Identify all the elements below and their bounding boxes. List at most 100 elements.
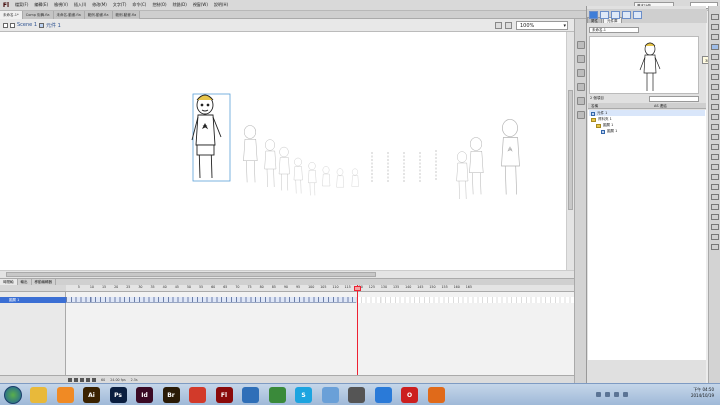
swap-colors-icon[interactable] bbox=[711, 214, 719, 220]
zoom-icon[interactable] bbox=[711, 184, 719, 190]
fill-color-icon[interactable] bbox=[711, 204, 719, 210]
scroll-thumb[interactable] bbox=[568, 90, 573, 210]
next-frame-icon[interactable] bbox=[86, 377, 90, 382]
straighten-icon[interactable] bbox=[711, 244, 719, 250]
stage[interactable] bbox=[0, 32, 566, 270]
taskbar-bridge-icon[interactable]: Br bbox=[162, 387, 180, 403]
library-item[interactable]: 資料夾 1 bbox=[591, 117, 612, 122]
edit-symbols-icon[interactable] bbox=[505, 22, 512, 29]
library-item[interactable]: 元件 1 bbox=[591, 111, 607, 116]
eyedropper-icon[interactable] bbox=[711, 154, 719, 160]
taskbar-flash-icon[interactable]: Fl bbox=[215, 387, 233, 403]
taskbar-firefox-icon[interactable] bbox=[427, 387, 445, 403]
taskbar-skype-icon[interactable]: S bbox=[295, 387, 312, 403]
back-arrow-icon[interactable] bbox=[3, 22, 8, 28]
free-transform-icon[interactable] bbox=[711, 34, 719, 40]
menu-item[interactable]: 檔案(F) bbox=[12, 2, 31, 8]
taskbar-illustrator-icon[interactable]: Ai bbox=[83, 387, 100, 403]
column-linkage[interactable]: AS 連結 bbox=[654, 103, 667, 109]
menu-item[interactable]: 控制(O) bbox=[149, 2, 169, 8]
paint-bucket-icon[interactable] bbox=[711, 144, 719, 150]
user-icon[interactable] bbox=[600, 11, 609, 19]
stage-vertical-scrollbar[interactable] bbox=[566, 32, 574, 270]
edit-scene-icon[interactable] bbox=[495, 22, 502, 29]
pencil-icon[interactable] bbox=[711, 104, 719, 110]
3d-rotation-icon[interactable] bbox=[711, 44, 719, 50]
menu-item[interactable]: 插入(I) bbox=[71, 2, 89, 8]
frame-rate[interactable]: 24.00 fps bbox=[110, 378, 125, 382]
frame-track[interactable] bbox=[66, 297, 356, 303]
taskbar-explorer-icon[interactable] bbox=[30, 387, 47, 403]
taskbar-indesign-icon[interactable]: Id bbox=[136, 387, 153, 403]
frame-ruler[interactable]: 5 10 15 20 25 30 35 40 45 50 55 60 65 70 75 80 85 90 95 100… bbox=[66, 285, 574, 292]
clock[interactable]: 下午 04:50 2014/10/19 bbox=[691, 387, 714, 399]
line-icon[interactable] bbox=[711, 84, 719, 90]
tray-icon[interactable] bbox=[605, 392, 610, 397]
taskbar-media-icon[interactable] bbox=[56, 387, 74, 403]
network-icon[interactable] bbox=[614, 392, 619, 397]
breadcrumb-symbol[interactable]: 元件 1 bbox=[46, 22, 61, 29]
current-frame[interactable]: 60 bbox=[101, 378, 105, 382]
scroll-thumb[interactable] bbox=[6, 272, 376, 277]
layer-row[interactable]: 圖層 1 bbox=[0, 297, 66, 303]
properties-icon[interactable] bbox=[589, 11, 598, 19]
playhead-handle[interactable] bbox=[354, 286, 361, 291]
menu-item[interactable]: 除錯(D) bbox=[170, 2, 190, 8]
components-panel-icon[interactable] bbox=[577, 111, 585, 119]
align-panel-icon[interactable] bbox=[577, 69, 585, 77]
library-document-select[interactable]: 未命名-1 bbox=[589, 27, 639, 33]
taskbar-opera-icon[interactable]: O bbox=[401, 387, 418, 403]
document-tab[interactable]: Comp 街舞.fla bbox=[22, 11, 54, 19]
document-tab[interactable]: 未命名-1* bbox=[0, 11, 23, 19]
search-icon[interactable] bbox=[611, 11, 620, 19]
first-frame-icon[interactable] bbox=[68, 377, 72, 382]
zoom-select[interactable]: 100% ▾ bbox=[516, 21, 568, 30]
last-frame-icon[interactable] bbox=[92, 377, 96, 382]
color-panel-icon[interactable] bbox=[577, 41, 585, 49]
taskbar-chrome-icon[interactable] bbox=[189, 387, 206, 403]
taskbar-app13-icon[interactable] bbox=[348, 387, 365, 403]
history-icon[interactable] bbox=[633, 11, 642, 19]
pen-icon[interactable] bbox=[711, 64, 719, 70]
rectangle-icon[interactable] bbox=[711, 94, 719, 100]
stage-horizontal-scrollbar[interactable] bbox=[0, 270, 574, 278]
transform-panel-icon[interactable] bbox=[577, 97, 585, 105]
library-item[interactable]: 圖層 1 bbox=[601, 129, 617, 134]
deco-icon[interactable] bbox=[711, 124, 719, 130]
bone-icon[interactable] bbox=[711, 134, 719, 140]
taskbar-app9-icon[interactable] bbox=[242, 387, 259, 403]
library-search-input[interactable] bbox=[649, 96, 699, 102]
stroke-color-icon[interactable] bbox=[711, 194, 719, 200]
smooth-icon[interactable] bbox=[711, 234, 719, 240]
info-panel-icon[interactable] bbox=[577, 83, 585, 91]
prev-frame-icon[interactable] bbox=[74, 377, 78, 382]
menu-item[interactable]: 說明(H) bbox=[211, 2, 231, 8]
document-tab[interactable]: 範例-動畫.fla bbox=[84, 11, 113, 19]
taskbar-app10-icon[interactable] bbox=[268, 387, 286, 403]
volume-icon[interactable] bbox=[623, 392, 628, 397]
document-tab[interactable]: 未命名-動畫.fla bbox=[53, 11, 85, 19]
menu-item[interactable]: 修改(M) bbox=[89, 2, 110, 8]
menu-item[interactable]: 文字(T) bbox=[110, 2, 130, 8]
timeline-frames[interactable]: 5 10 15 20 25 30 35 40 45 50 55 60 65 70 75 80 85 90 95 100… bbox=[66, 285, 574, 375]
snap-icon[interactable] bbox=[711, 224, 719, 230]
brush-icon[interactable] bbox=[711, 114, 719, 120]
swatches-panel-icon[interactable] bbox=[577, 55, 585, 63]
taskbar-photoshop-icon[interactable]: Ps bbox=[109, 387, 127, 403]
text-icon[interactable] bbox=[711, 74, 719, 80]
empty-frames[interactable] bbox=[356, 297, 574, 303]
taskbar-app14-icon[interactable] bbox=[374, 387, 392, 403]
selection-tool-icon[interactable] bbox=[711, 14, 719, 20]
menu-item[interactable]: 視窗(W) bbox=[190, 2, 211, 8]
playhead[interactable] bbox=[357, 285, 358, 375]
start-button[interactable] bbox=[4, 386, 22, 404]
menu-item[interactable]: 編輯(E) bbox=[31, 2, 51, 8]
breadcrumb-scene[interactable]: Scene 1 bbox=[17, 22, 37, 28]
lasso-icon[interactable] bbox=[711, 54, 719, 60]
library-item[interactable]: 圖層 1 bbox=[596, 123, 613, 128]
eraser-icon[interactable] bbox=[711, 164, 719, 170]
taskbar-app12-icon[interactable] bbox=[321, 387, 339, 403]
subselect-tool-icon[interactable] bbox=[711, 24, 719, 30]
menu-item[interactable]: 命令(C) bbox=[129, 2, 149, 8]
play-icon[interactable] bbox=[80, 377, 84, 382]
